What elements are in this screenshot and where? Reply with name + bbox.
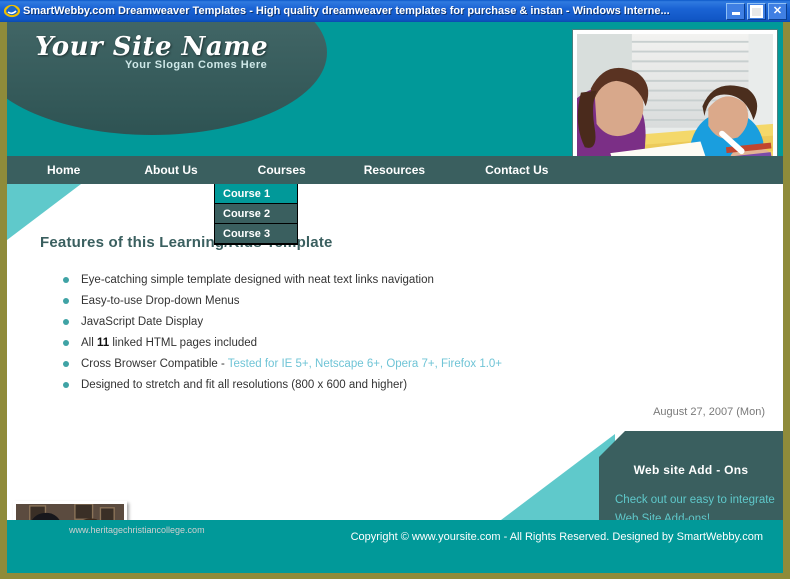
decorative-corner-bottom-right [501, 434, 615, 520]
nav-item-about-us[interactable]: About Us [130, 163, 211, 177]
page-frame: Your Site Name Your Slogan Comes Here Ho… [0, 22, 790, 579]
copyright-text: Copyright © www.yoursite.com - All Right… [350, 531, 763, 543]
nav-item-home[interactable]: Home [33, 163, 94, 177]
list-item: Cross Browser Compatible - Tested for IE… [59, 355, 589, 373]
list-item: All 11 linked HTML pages included [59, 334, 589, 352]
maximize-button[interactable] [747, 2, 766, 20]
title-bar: SmartWebby.com Dreamweaver Templates - H… [0, 0, 790, 22]
nav-link-courses[interactable]: Courses [244, 163, 320, 177]
addons-title: Web site Add - Ons [633, 463, 749, 477]
window-controls: ✕ [726, 2, 787, 20]
thumbnail-watermark: www.heritagechristiancollege.com [69, 525, 205, 535]
close-button[interactable]: ✕ [768, 2, 787, 20]
dropdown-item-course-1[interactable]: Course 1 [215, 184, 297, 204]
site-name: Your Site Name [35, 32, 269, 62]
courses-dropdown-menu: Course 1 Course 2 Course 3 [214, 184, 298, 245]
main-navigation: Home About Us Courses Resources Contact … [7, 156, 783, 184]
minimize-button[interactable] [726, 2, 745, 20]
internet-explorer-icon [3, 3, 21, 19]
addons-description: Check out our easy to integrate Web Site… [615, 494, 775, 520]
thumbnail-photo-image [16, 504, 124, 520]
addons-sidebar: Web site Add - Ons Check out our easy to… [599, 431, 783, 520]
window-title: SmartWebby.com Dreamweaver Templates - H… [23, 5, 670, 17]
thumbnail-photo [13, 501, 127, 520]
footer-bottom-strip [7, 558, 783, 573]
list-item: Designed to stretch and fit all resoluti… [59, 376, 589, 394]
list-item: JavaScript Date Display [59, 313, 589, 331]
dropdown-item-course-2[interactable]: Course 2 [215, 204, 297, 224]
nav-link-contact-us[interactable]: Contact Us [471, 163, 562, 177]
dropdown-item-course-3[interactable]: Course 3 [215, 224, 297, 244]
nav-link-home[interactable]: Home [33, 163, 94, 177]
site-slogan: Your Slogan Comes Here [125, 59, 268, 71]
nav-list: Home About Us Courses Resources Contact … [7, 156, 783, 184]
list-item: Easy-to-use Drop-down Menus [59, 292, 589, 310]
masthead: Your Site Name Your Slogan Comes Here [7, 22, 783, 206]
current-date: August 27, 2007 (Mon) [653, 406, 765, 418]
page-viewport: Your Site Name Your Slogan Comes Here Ho… [7, 22, 783, 573]
nav-item-resources[interactable]: Resources [350, 163, 439, 177]
list-item: Eye-catching simple template designed wi… [59, 271, 589, 289]
browser-window: SmartWebby.com Dreamweaver Templates - H… [0, 0, 790, 579]
nav-item-contact-us[interactable]: Contact Us [471, 163, 562, 177]
right-frame-edge [783, 22, 790, 579]
features-list: Eye-catching simple template designed wi… [59, 271, 589, 397]
nav-item-courses[interactable]: Courses [244, 163, 320, 177]
content-card: Features of this Learning/Kids Template … [7, 184, 783, 520]
decorative-corner-top-left [7, 184, 81, 240]
nav-link-resources[interactable]: Resources [350, 163, 439, 177]
nav-link-about-us[interactable]: About Us [130, 163, 211, 177]
